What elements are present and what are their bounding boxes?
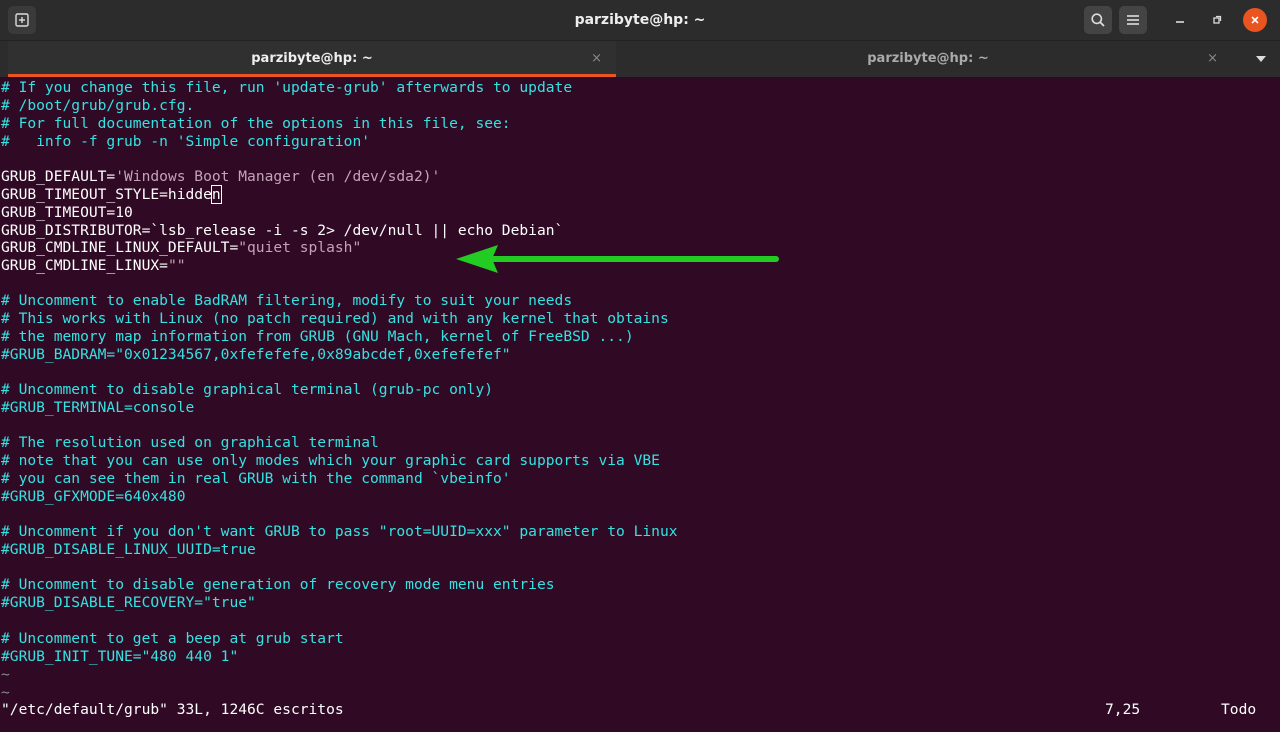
tab-bar: parzibyte@hp: ~ × parzibyte@hp: ~ ×	[0, 40, 1280, 77]
title-bar: parzibyte@hp: ~	[0, 0, 1280, 40]
editor-line: GRUB_TIMEOUT=10	[1, 204, 133, 221]
editor-line: GRUB_CMDLINE_LINUX_DEFAULT="quiet splash…	[1, 239, 361, 257]
editor-line: # This works with Linux (no patch requir…	[1, 310, 669, 327]
text-cursor: n	[210, 185, 222, 204]
minimize-icon	[1176, 21, 1184, 23]
config-value: "quiet splash"	[238, 239, 362, 256]
empty-line-marker: ~	[1, 666, 10, 683]
terminal-view[interactable]: # If you change this file, run 'update-g…	[0, 77, 1280, 732]
config-text: GRUB_TIMEOUT_STYLE=hidde	[1, 186, 212, 203]
status-cursor-position: 7,25	[1105, 701, 1141, 718]
editor-line: # Uncomment to get a beep at grub start	[1, 630, 344, 647]
editor-line: # Uncomment to disable graphical termina…	[1, 381, 494, 398]
editor-line: # Uncomment to disable generation of rec…	[1, 576, 555, 593]
editor-line: # /boot/grub/grub.cfg.	[1, 97, 195, 114]
editor-line: #GRUB_BADRAM="0x01234567,0xfefefefe,0x89…	[1, 346, 511, 363]
status-scroll-indicator: Todo	[1221, 701, 1257, 718]
tab-terminal-2[interactable]: parzibyte@hp: ~ ×	[624, 41, 1232, 77]
config-key: GRUB_DEFAULT=	[1, 168, 116, 185]
config-key: GRUB_CMDLINE_LINUX=	[1, 257, 168, 274]
hamburger-menu-icon	[1127, 15, 1139, 25]
editor-line: # info -f grub -n 'Simple configuration'	[1, 133, 371, 150]
tab-label: parzibyte@hp: ~	[867, 51, 989, 66]
editor-line: # note that you can use only modes which…	[1, 452, 660, 469]
editor-line: # Uncomment if you don't want GRUB to pa…	[1, 523, 678, 540]
editor-line: #GRUB_DISABLE_RECOVERY="true"	[1, 594, 256, 611]
editor-line: #GRUB_GFXMODE=640x480	[1, 488, 186, 505]
config-value: ""	[167, 257, 186, 274]
editor-line: # you can see them in real GRUB with the…	[1, 470, 511, 487]
editor-line: #GRUB_INIT_TUNE="480 440 1"	[1, 648, 239, 665]
green-arrow-icon	[452, 242, 782, 280]
editor-line-grub-default: GRUB_DEFAULT='Windows Boot Manager (en /…	[1, 168, 440, 186]
editor-line: # For full documentation of the options …	[1, 115, 511, 132]
minimize-button[interactable]	[1166, 6, 1194, 34]
editor-line: #GRUB_TERMINAL=console	[1, 399, 195, 416]
editor-line: # The resolution used on graphical termi…	[1, 434, 379, 451]
editor-line: GRUB_DISTRIBUTOR=`lsb_release -i -s 2> /…	[1, 222, 564, 239]
tab-close-icon[interactable]: ×	[1207, 41, 1218, 77]
maximize-icon	[1213, 15, 1222, 24]
maximize-button[interactable]	[1203, 6, 1231, 34]
config-key: GRUB_CMDLINE_LINUX_DEFAULT=	[1, 239, 239, 256]
editor-line: #GRUB_DISABLE_LINUX_UUID=true	[1, 541, 256, 558]
editor-line-cursor: GRUB_TIMEOUT_STYLE=hidden	[1, 185, 222, 204]
close-icon	[1251, 16, 1259, 24]
tab-terminal-1[interactable]: parzibyte@hp: ~ ×	[8, 41, 616, 77]
menu-button[interactable]	[1119, 6, 1147, 34]
tab-close-icon[interactable]: ×	[591, 41, 602, 77]
config-value: 'Windows Boot Manager (en /dev/sda2)'	[115, 168, 441, 185]
search-icon	[1091, 13, 1105, 27]
editor-line: # If you change this file, run 'update-g…	[1, 79, 573, 96]
status-file-info: "/etc/default/grub" 33L, 1246C escritos	[1, 701, 344, 718]
chevron-down-icon	[1256, 56, 1266, 62]
close-window-button[interactable]	[1243, 8, 1267, 32]
editor-line: # Uncomment to enable BadRAM filtering, …	[1, 292, 573, 309]
empty-line-marker: ~	[1, 684, 10, 701]
tab-list-dropdown[interactable]	[1250, 41, 1272, 77]
editor-line: # the memory map information from GRUB (…	[1, 328, 634, 345]
editor-line: GRUB_CMDLINE_LINUX=""	[1, 257, 186, 275]
search-button[interactable]	[1084, 6, 1112, 34]
tab-label: parzibyte@hp: ~	[251, 51, 373, 66]
